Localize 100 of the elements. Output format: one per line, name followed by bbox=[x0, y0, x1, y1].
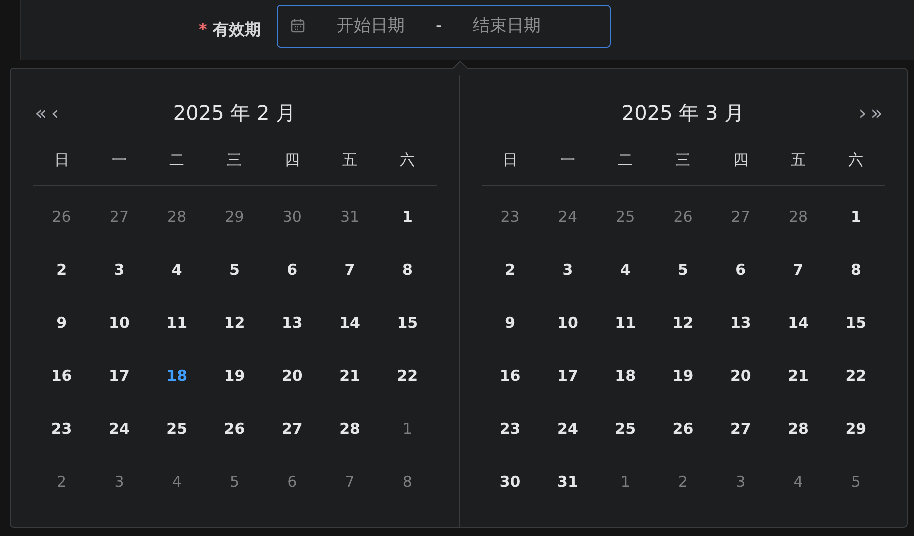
day-cell[interactable]: 22 bbox=[397, 366, 418, 384]
month-nav-button[interactable]: « bbox=[33, 103, 50, 123]
day-cell[interactable]: 16 bbox=[51, 366, 72, 384]
day-cell[interactable]: 10 bbox=[109, 314, 130, 332]
day-cell[interactable]: 6 bbox=[736, 260, 746, 278]
day-cell[interactable]: 3 bbox=[114, 472, 124, 490]
day-cell[interactable]: 12 bbox=[224, 314, 246, 332]
day-cell[interactable]: 4 bbox=[620, 260, 631, 278]
day-cell[interactable]: 4 bbox=[172, 472, 182, 490]
day-cell[interactable]: 31 bbox=[340, 208, 360, 226]
end-date-input[interactable]: 结束日期 bbox=[452, 16, 562, 36]
weekday-label: 五 bbox=[342, 150, 358, 170]
day-cell[interactable]: 6 bbox=[287, 260, 298, 278]
day-cell[interactable]: 5 bbox=[678, 260, 688, 278]
day-cell[interactable]: 19 bbox=[224, 366, 246, 384]
day-cell[interactable]: 2 bbox=[678, 472, 688, 490]
day-cell[interactable]: 8 bbox=[402, 472, 412, 490]
day-cell[interactable]: 3 bbox=[736, 472, 746, 490]
day-cell[interactable]: 25 bbox=[615, 420, 636, 438]
day-cell[interactable]: 1 bbox=[402, 420, 412, 438]
day-cell[interactable]: 28 bbox=[788, 208, 808, 226]
day-cell[interactable]: 26 bbox=[52, 208, 72, 226]
weekday-label: 四 bbox=[284, 150, 300, 170]
day-cell[interactable]: 18 bbox=[166, 366, 188, 384]
day-cell[interactable]: 25 bbox=[166, 420, 188, 438]
day-cell[interactable]: 8 bbox=[850, 260, 862, 278]
day-cell[interactable]: 23 bbox=[51, 420, 72, 438]
day-cell[interactable]: 15 bbox=[397, 314, 418, 332]
month-title: 2025 年 3 月 bbox=[620, 100, 746, 126]
day-cell[interactable]: 5 bbox=[851, 472, 861, 490]
day-cell[interactable]: 6 bbox=[288, 472, 298, 490]
day-cell[interactable]: 2 bbox=[505, 260, 516, 278]
day-cell[interactable]: 23 bbox=[500, 208, 520, 226]
day-cell[interactable]: 31 bbox=[558, 472, 578, 490]
day-cell[interactable]: 7 bbox=[345, 472, 355, 490]
day-cell[interactable]: 19 bbox=[672, 366, 694, 384]
day-cell[interactable]: 22 bbox=[846, 366, 867, 384]
day-cell[interactable]: 20 bbox=[730, 366, 752, 384]
weekday-label: 四 bbox=[733, 150, 748, 170]
day-cell[interactable]: 1 bbox=[402, 208, 413, 226]
day-cell[interactable]: 24 bbox=[558, 420, 578, 438]
day-cell[interactable]: 15 bbox=[846, 314, 867, 332]
day-cell[interactable]: 1 bbox=[850, 208, 862, 226]
day-cell[interactable]: 9 bbox=[505, 314, 516, 332]
day-cell[interactable]: 23 bbox=[500, 420, 521, 438]
day-cell[interactable]: 11 bbox=[615, 314, 636, 332]
day-cell[interactable]: 30 bbox=[500, 472, 521, 490]
date-range-field[interactable]: 开始日期 - 结束日期 bbox=[277, 4, 611, 48]
day-cell[interactable]: 10 bbox=[558, 314, 578, 332]
day-cell[interactable]: 18 bbox=[615, 366, 636, 384]
day-cell[interactable]: 20 bbox=[282, 366, 303, 384]
day-cell[interactable]: 29 bbox=[846, 420, 867, 438]
day-cell[interactable]: 8 bbox=[402, 260, 413, 278]
day-cell[interactable]: 11 bbox=[166, 314, 188, 332]
day-cell[interactable]: 2 bbox=[56, 260, 68, 278]
day-cell[interactable]: 12 bbox=[672, 314, 694, 332]
weekday-label: 一 bbox=[560, 150, 576, 170]
month-nav-button[interactable]: › bbox=[856, 103, 869, 123]
day-cell[interactable]: 28 bbox=[340, 420, 360, 438]
day-cell[interactable]: 3 bbox=[562, 260, 574, 278]
day-cell[interactable]: 7 bbox=[793, 260, 804, 278]
day-cell[interactable]: 7 bbox=[344, 260, 356, 278]
day-cell[interactable]: 14 bbox=[788, 314, 809, 332]
start-date-input[interactable]: 开始日期 bbox=[316, 16, 426, 36]
day-cell[interactable]: 26 bbox=[672, 420, 694, 438]
weekday-label: 二 bbox=[618, 150, 634, 170]
day-cell[interactable]: 13 bbox=[730, 314, 752, 332]
day-cell[interactable]: 27 bbox=[282, 420, 303, 438]
day-cell[interactable]: 21 bbox=[340, 366, 360, 384]
weekday-label: 五 bbox=[791, 150, 806, 170]
day-cell[interactable]: 13 bbox=[282, 314, 303, 332]
day-cell[interactable]: 5 bbox=[230, 260, 240, 278]
day-cell[interactable]: 3 bbox=[114, 260, 125, 278]
day-cell[interactable]: 24 bbox=[558, 208, 578, 226]
month-nav-button[interactable]: ‹ bbox=[49, 103, 62, 123]
day-cell[interactable]: 26 bbox=[674, 208, 693, 226]
day-cell[interactable]: 9 bbox=[56, 314, 68, 332]
day-cell[interactable]: 5 bbox=[230, 472, 240, 490]
calendar-icon bbox=[290, 18, 306, 34]
day-cell[interactable]: 30 bbox=[282, 208, 302, 226]
day-cell[interactable]: 25 bbox=[616, 208, 636, 226]
day-cell[interactable]: 26 bbox=[224, 420, 246, 438]
day-cell[interactable]: 27 bbox=[730, 420, 752, 438]
day-cell[interactable]: 1 bbox=[620, 472, 630, 490]
day-cell[interactable]: 17 bbox=[109, 366, 130, 384]
day-cell[interactable]: 28 bbox=[788, 420, 809, 438]
month-nav-button[interactable]: » bbox=[868, 103, 885, 123]
day-cell[interactable]: 2 bbox=[57, 472, 67, 490]
day-cell[interactable]: 27 bbox=[110, 208, 129, 226]
day-cell[interactable]: 29 bbox=[225, 208, 244, 226]
day-cell[interactable]: 14 bbox=[340, 314, 360, 332]
day-cell[interactable]: 27 bbox=[731, 208, 750, 226]
day-cell[interactable]: 28 bbox=[168, 208, 187, 226]
day-cell[interactable]: 16 bbox=[500, 366, 521, 384]
day-cell[interactable]: 24 bbox=[109, 420, 130, 438]
day-cell[interactable]: 4 bbox=[172, 260, 182, 278]
day-cell[interactable]: 21 bbox=[788, 366, 809, 384]
month-title: 2025 年 2 月 bbox=[172, 100, 298, 126]
day-cell[interactable]: 4 bbox=[794, 472, 804, 490]
day-cell[interactable]: 17 bbox=[558, 366, 578, 384]
